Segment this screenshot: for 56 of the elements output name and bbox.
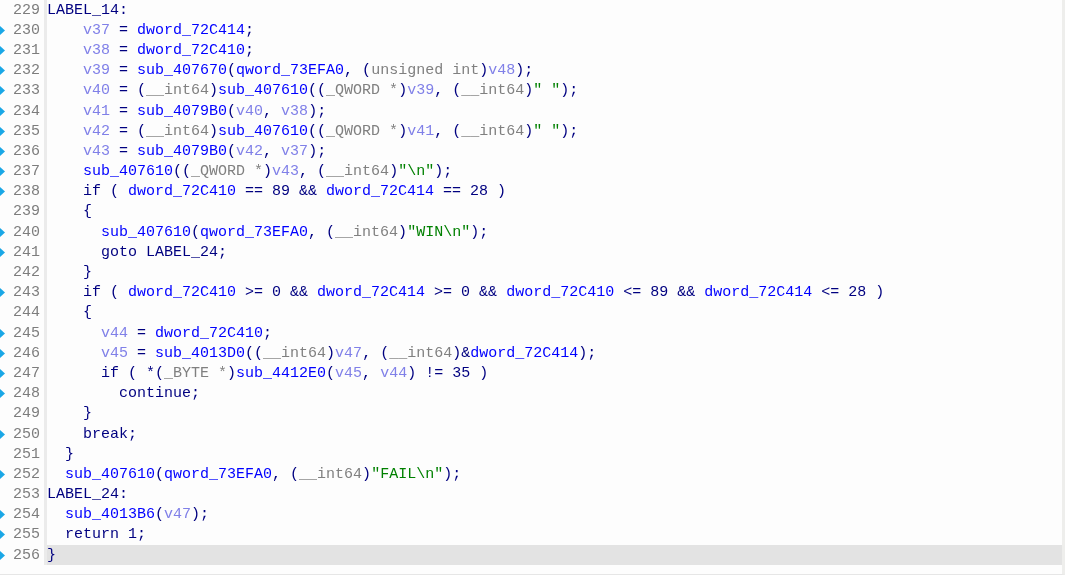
- line-number: 242: [13, 265, 40, 281]
- line-number: 245: [13, 325, 40, 341]
- code-line: v38 = dword_72C410;: [83, 42, 255, 58]
- code-line: v39 = sub_407670(qword_73EFA0, (unsigned int)v48);: [83, 63, 534, 79]
- code-line: v43 = sub_4079B0(v42, v37);: [83, 143, 327, 159]
- code-line: }: [83, 265, 93, 281]
- line-number: 236: [13, 143, 40, 159]
- line-number: 247: [13, 365, 40, 381]
- code-line: continue;: [119, 386, 201, 402]
- code-line: LABEL_24:: [47, 487, 128, 503]
- line-number: 254: [13, 507, 40, 523]
- code-line: }: [47, 547, 56, 563]
- line-number: 232: [13, 63, 40, 79]
- code-line: v42 = (__int64)sub_407610((_QWORD *)v41, (__int64)" ");: [83, 123, 579, 139]
- line-number: 233: [13, 83, 40, 99]
- line-number: 240: [13, 224, 40, 240]
- code-line: v44 = dword_72C410;: [101, 325, 273, 341]
- code-line: }: [83, 406, 93, 422]
- code-line: sub_407610(qword_73EFA0, (__int64)"FAIL\n");: [65, 466, 462, 482]
- line-number: 249: [13, 406, 40, 422]
- code-line: if ( dword_72C410 >= 0 && dword_72C414 >= 0 && dword_72C410 <= 89 && dword_72C414 <= 28 ): [83, 285, 885, 301]
- line-number: 252: [13, 466, 40, 482]
- code-line: {: [83, 204, 93, 220]
- line-number: 246: [13, 345, 40, 361]
- line-number: 231: [13, 42, 40, 58]
- code-line: goto LABEL_24;: [101, 244, 228, 260]
- code-line: if ( dword_72C410 == 89 && dword_72C414 == 28 ): [83, 184, 507, 200]
- line-number: 255: [13, 527, 40, 543]
- code-line: v40 = (__int64)sub_407610((_QWORD *)v39, (__int64)" ");: [83, 83, 579, 99]
- code-line: sub_407610(qword_73EFA0, (__int64)"WIN\n");: [101, 224, 489, 240]
- code-line: v41 = sub_4079B0(v40, v38);: [83, 103, 327, 119]
- line-number: 235: [13, 123, 40, 139]
- line-number: 239: [13, 204, 40, 220]
- line-number: 256: [13, 547, 40, 563]
- code-line: v37 = dword_72C414;: [83, 22, 255, 38]
- code-line: v45 = sub_4013D0((__int64)v47, (__int64)&dword_72C414);: [101, 345, 597, 361]
- line-number: 250: [13, 426, 40, 442]
- line-number: 251: [13, 446, 40, 462]
- line-number: 243: [13, 285, 40, 301]
- code-line: break;: [83, 426, 138, 442]
- line-number: 234: [13, 103, 40, 119]
- line-number: 229: [13, 2, 40, 18]
- code-line: sub_407610((_QWORD *)v43, (__int64)"\n");: [83, 164, 453, 180]
- line-number: 248: [13, 386, 40, 402]
- code-line: }: [65, 446, 75, 462]
- code-line: {: [83, 305, 93, 321]
- code-line: sub_4013B6(v47);: [65, 507, 210, 523]
- code-line: return 1;: [65, 527, 147, 543]
- code-line: LABEL_14:: [47, 2, 128, 18]
- line-number: 241: [13, 244, 40, 260]
- line-number: 244: [13, 305, 40, 321]
- line-number: 230: [13, 22, 40, 38]
- line-number: 237: [13, 164, 40, 180]
- line-number: 238: [13, 184, 40, 200]
- line-number: 253: [13, 487, 40, 503]
- code-line: if ( *(_BYTE *)sub_4412E0(v45, v44) != 35 ): [101, 365, 489, 381]
